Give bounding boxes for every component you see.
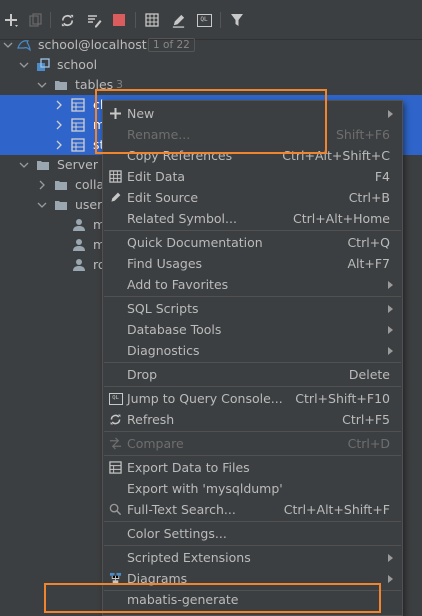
properties-icon[interactable] [85, 11, 103, 29]
folder-icon [54, 198, 68, 212]
chevron-down-icon[interactable] [37, 80, 47, 90]
menu-item-copy-references[interactable]: Copy References Ctrl+Alt+Shift+C [103, 145, 402, 166]
menu-item-jump-to-query-console[interactable]: QL Jump to Query Console... Ctrl+Shift+F… [103, 388, 402, 409]
chevron-right-icon[interactable] [37, 180, 47, 190]
menu-separator [104, 521, 401, 522]
table-icon [71, 118, 85, 132]
console-icon[interactable]: QL [195, 11, 213, 29]
toolbar-separator [220, 12, 221, 28]
submenu-arrow-icon [388, 281, 393, 289]
menu-separator [104, 230, 401, 231]
menu-item-color-settings[interactable]: Color Settings... [103, 523, 402, 544]
menu-item-export-data-to-files[interactable]: Export Data to Files [103, 457, 402, 478]
menu-separator [104, 545, 401, 546]
menu-item-mabatis-generate[interactable]: mabatis-generate [103, 589, 402, 610]
menu-item-export-mysqldump[interactable]: Export with 'mysqldump' [103, 478, 402, 499]
menu-item-new[interactable]: New [103, 103, 402, 124]
chevron-down-icon[interactable] [37, 200, 47, 210]
menu-item-rename[interactable]: Rename... Shift+F6 [103, 124, 402, 145]
chevron-right-icon[interactable] [54, 120, 64, 130]
table-icon [108, 169, 123, 184]
plus-icon [108, 106, 123, 121]
menu-item-edit-source[interactable]: Edit Source Ctrl+B [103, 187, 402, 208]
tree-scrollbar[interactable] [404, 40, 410, 616]
search-icon [108, 502, 123, 517]
table-icon [71, 138, 85, 152]
compare-icon [108, 436, 123, 451]
chevron-right-icon[interactable] [54, 140, 64, 150]
tree-node-tables[interactable]: tables 3 [0, 75, 422, 95]
chevron-down-icon[interactable] [19, 160, 29, 170]
submenu-arrow-icon [388, 326, 393, 334]
collations-label: colla [75, 177, 105, 192]
menu-item-drop[interactable]: Drop Delete [103, 364, 402, 385]
menu-item-compare[interactable]: Compare Ctrl+D [103, 433, 402, 454]
menu-item-database-tools[interactable]: Database Tools [103, 319, 402, 340]
user-icon [72, 238, 86, 252]
duplicate-icon[interactable] [27, 11, 45, 29]
submenu-arrow-icon [388, 305, 393, 313]
mysql-icon [17, 38, 31, 52]
menu-item-diagrams[interactable]: Diagrams [103, 568, 402, 589]
connection-badge: 1 of 22 [148, 38, 195, 52]
folder-icon [54, 78, 68, 92]
menu-separator [104, 362, 401, 363]
pencil-icon [108, 190, 123, 205]
tables-label: tables [75, 77, 114, 92]
menu-separator [104, 455, 401, 456]
menu-item-sql-scripts[interactable]: SQL Scripts [103, 298, 402, 319]
stop-icon[interactable] [110, 11, 128, 29]
toolbar-separator [50, 12, 51, 28]
schema-label: school [57, 57, 98, 72]
submenu-arrow-icon [388, 554, 393, 562]
table-icon [71, 98, 85, 112]
menu-item-edit-data[interactable]: Edit Data F4 [103, 166, 402, 187]
filter-icon[interactable] [228, 11, 246, 29]
table-icon[interactable] [143, 11, 161, 29]
user-icon [72, 258, 86, 272]
database-toolbar: QL [0, 0, 422, 40]
menu-item-find-usages[interactable]: Find Usages Alt+F7 [103, 253, 402, 274]
schema-icon [36, 58, 50, 72]
add-icon[interactable] [2, 11, 20, 29]
submenu-arrow-icon [388, 347, 393, 355]
submenu-arrow-icon [388, 110, 393, 118]
diagram-icon [108, 571, 123, 586]
console-icon: QL [108, 391, 123, 406]
menu-separator [104, 431, 401, 432]
tree-node-schema[interactable]: school [0, 55, 422, 75]
chevron-down-icon[interactable] [19, 60, 29, 70]
toolbar-separator [135, 12, 136, 28]
connection-label: school@localhost [38, 37, 147, 52]
menu-separator [104, 296, 401, 297]
folder-icon [36, 158, 50, 172]
edit-icon[interactable] [169, 11, 187, 29]
submenu-arrow-icon [388, 575, 393, 583]
menu-separator [104, 386, 401, 387]
menu-item-full-text-search[interactable]: Full-Text Search... Ctrl+Alt+Shift+F [103, 499, 402, 520]
context-menu: New Rename... Shift+F6 Copy References C… [102, 100, 403, 616]
chevron-down-icon[interactable] [3, 40, 13, 50]
menu-item-scripted-extensions[interactable]: Scripted Extensions [103, 547, 402, 568]
chevron-right-icon[interactable] [54, 100, 64, 110]
menu-item-diagnostics[interactable]: Diagnostics [103, 340, 402, 361]
tree-node-connection[interactable]: school@localhost 1 of 22 [0, 35, 422, 55]
user-icon [72, 218, 86, 232]
export-icon [108, 460, 123, 475]
refresh-icon[interactable] [58, 11, 76, 29]
menu-item-refresh[interactable]: Refresh Ctrl+F5 [103, 409, 402, 430]
menu-item-related-symbol[interactable]: Related Symbol... Ctrl+Alt+Home [103, 208, 402, 229]
menu-item-add-to-favorites[interactable]: Add to Favorites [103, 274, 402, 295]
menu-item-quick-documentation[interactable]: Quick Documentation Ctrl+Q [103, 232, 402, 253]
refresh-icon [108, 412, 123, 427]
tables-count: 3 [116, 78, 123, 91]
folder-icon [54, 178, 68, 192]
